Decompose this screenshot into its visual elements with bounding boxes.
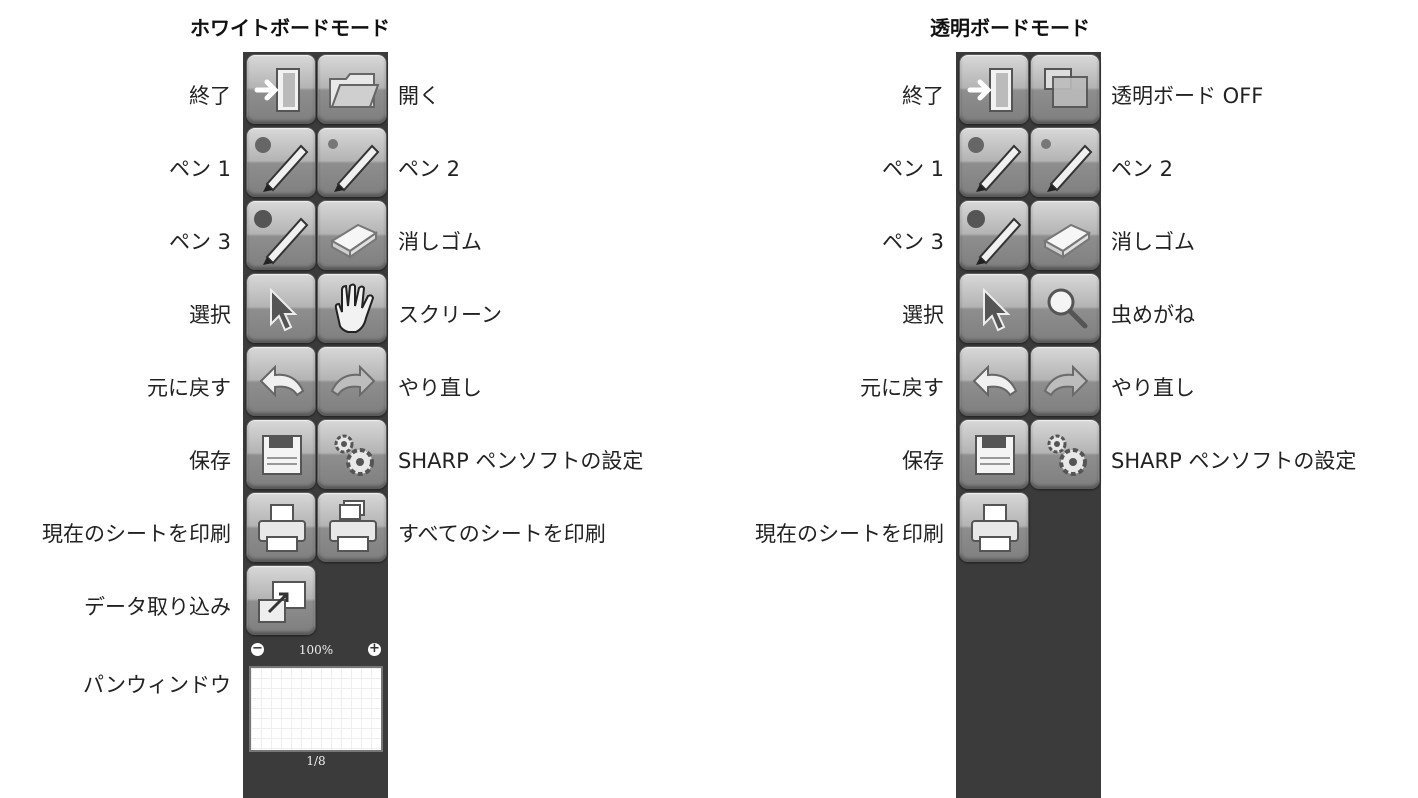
zoom-level: 100% [298, 643, 334, 657]
label-exit: 終了 [189, 84, 231, 108]
printer-multiple-icon [329, 500, 377, 552]
transparent-label-settings: SHARP ペンソフトの設定 [1111, 449, 1357, 473]
transparent-print-current-sheet-button[interactable] [959, 492, 1029, 562]
pen-1-icon [255, 137, 309, 192]
redo-arrow-icon [330, 364, 376, 398]
transparent-save-button[interactable] [959, 419, 1029, 489]
floppy-disk-icon [262, 435, 302, 475]
pen-2-icon [328, 139, 380, 192]
transparent-label-save: 保存 [902, 449, 944, 473]
floppy-disk-icon [975, 435, 1015, 475]
label-pen-3: ペン 3 [168, 230, 231, 254]
zoom-out-button[interactable]: − [251, 642, 264, 656]
pen-3-icon [254, 210, 309, 265]
transparent-label-pen-1: ペン 1 [881, 157, 944, 181]
undo-arrow-icon [259, 364, 305, 398]
label-open: 開く [398, 84, 440, 108]
transparent-label-eraser: 消しゴム [1111, 230, 1195, 254]
label-redo: やり直し [398, 376, 482, 400]
pen-1-icon [968, 137, 1022, 192]
gears-icon [334, 434, 374, 476]
transparent-label-print-current-sheet: 現在のシートを印刷 [755, 522, 944, 546]
zoom-in-button[interactable]: + [368, 642, 381, 656]
eraser-icon [330, 223, 379, 259]
label-pen-2: ペン 2 [398, 157, 461, 181]
pan-window-page-number: 1/8 [306, 754, 326, 768]
transparent-board-off-button[interactable] [1030, 54, 1100, 124]
exit-button[interactable] [246, 54, 316, 124]
settings-button[interactable] [317, 419, 387, 489]
print-all-sheets-button[interactable] [317, 492, 387, 562]
transparent-pen-2-button[interactable] [1030, 127, 1100, 197]
transparent-select-button[interactable] [959, 273, 1029, 343]
cursor-arrow-icon [983, 287, 1011, 332]
transparent-label-undo: 元に戻す [860, 376, 944, 400]
transparent-label-exit: 終了 [902, 84, 944, 108]
pan-window-view[interactable] [249, 666, 383, 752]
exit-door-icon [967, 68, 1013, 112]
whiteboard-toolbar-panel: − 100% + 1/8 [243, 52, 388, 798]
save-button[interactable] [246, 419, 316, 489]
label-print-current-sheet: 現在のシートを印刷 [42, 522, 231, 546]
label-undo: 元に戻す [147, 376, 231, 400]
pan-window-header: − 100% + [249, 642, 383, 657]
data-import-button[interactable] [246, 565, 316, 635]
select-button[interactable] [246, 273, 316, 343]
folder-open-icon [329, 73, 380, 108]
label-pan-window: パンウィンドウ [82, 673, 231, 697]
label-data-import: データ取り込み [84, 595, 231, 619]
eraser-button[interactable] [317, 200, 387, 270]
pen-3-icon [967, 210, 1022, 265]
transparent-settings-button[interactable] [1030, 419, 1100, 489]
transparent-mode-title: 透明ボードモード [930, 16, 1090, 40]
transparent-redo-button[interactable] [1030, 346, 1100, 416]
transparent-toolbar-panel [956, 52, 1101, 798]
label-eraser: 消しゴム [398, 230, 482, 254]
transparent-label-pen-2: ペン 2 [1111, 157, 1174, 181]
transparent-label-select: 選択 [902, 303, 944, 327]
transparent-exit-button[interactable] [959, 54, 1029, 124]
printer-icon [971, 504, 1019, 552]
gears-icon [1047, 434, 1087, 476]
label-save: 保存 [189, 449, 231, 473]
transparent-label-pen-3: ペン 3 [881, 230, 944, 254]
magnifying-glass-icon [1047, 288, 1088, 329]
transparent-pen-1-button[interactable] [959, 127, 1029, 197]
pen-2-button[interactable] [317, 127, 387, 197]
cursor-arrow-icon [270, 287, 298, 332]
label-select: 選択 [189, 303, 231, 327]
pen-1-button[interactable] [246, 127, 316, 197]
exit-door-icon [254, 68, 300, 112]
eraser-icon [1043, 223, 1092, 259]
redo-button[interactable] [317, 346, 387, 416]
transparent-eraser-button[interactable] [1030, 200, 1100, 270]
print-current-sheet-button[interactable] [246, 492, 316, 562]
redo-arrow-icon [1043, 364, 1089, 398]
undo-arrow-icon [972, 364, 1018, 398]
hand-icon [334, 283, 375, 333]
pen-3-button[interactable] [246, 200, 316, 270]
import-image-icon [258, 581, 306, 623]
screen-button[interactable] [317, 273, 387, 343]
label-print-all-sheets: すべてのシートを印刷 [398, 522, 606, 546]
transparent-pen-3-button[interactable] [959, 200, 1029, 270]
undo-button[interactable] [246, 346, 316, 416]
open-button[interactable] [317, 54, 387, 124]
label-pen-1: ペン 1 [168, 157, 231, 181]
label-screen: スクリーン [398, 303, 502, 327]
pen-2-icon [1041, 139, 1093, 192]
transparent-label-magnifier: 虫めがね [1111, 303, 1195, 327]
transparent-undo-button[interactable] [959, 346, 1029, 416]
transparent-label-board-off: 透明ボード OFF [1111, 84, 1264, 108]
label-settings: SHARP ペンソフトの設定 [398, 449, 644, 473]
magnifier-button[interactable] [1030, 273, 1100, 343]
transparent-board-icon [1044, 68, 1088, 108]
transparent-label-redo: やり直し [1111, 376, 1195, 400]
printer-icon [258, 504, 306, 552]
whiteboard-mode-title: ホワイトボードモード [190, 16, 390, 40]
